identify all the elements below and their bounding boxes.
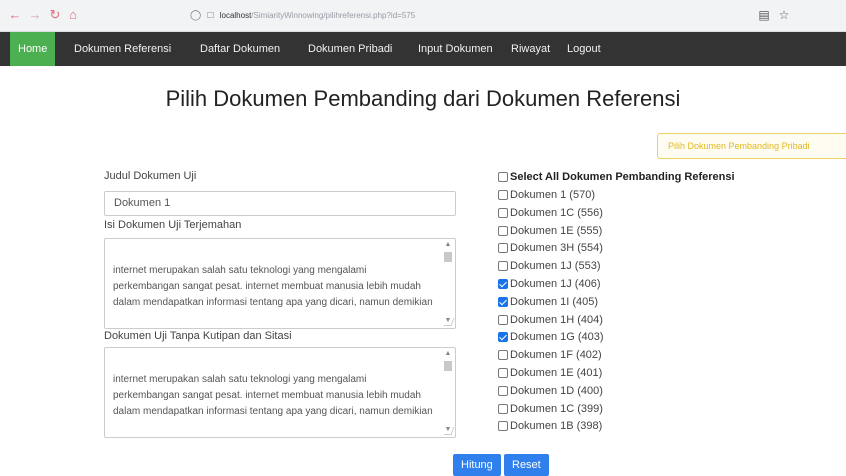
reference-document-checkbox[interactable] [498,261,508,272]
reference-document-row[interactable]: Dokumen 3H (554) [498,240,603,256]
bookmark-star-icon[interactable]: ☆ [776,7,792,23]
reference-document-checkbox[interactable] [498,207,508,218]
reference-document-checkbox[interactable] [498,296,508,307]
reset-button[interactable]: Reset [504,454,549,476]
shield-icon: ◯ [190,10,202,21]
reference-document-label: Dokumen 1E (401) [510,367,603,379]
reload-icon[interactable]: ↻ [48,8,62,22]
reference-document-checkbox[interactable] [498,190,508,200]
isi-scrollbar[interactable]: ▲ ▼ [443,241,453,325]
reference-document-checkbox[interactable] [498,332,508,343]
reference-document-row[interactable]: Dokumen 1J (406) [498,276,601,292]
nav-dokumen-pribadi[interactable]: Dokumen Pribadi [300,32,400,66]
reference-document-checkbox[interactable] [498,403,508,414]
tanpa-kutipan-text: internet merupakan salah satu teknologi … [113,374,433,417]
reference-document-checkbox[interactable] [498,421,508,432]
reader-view-icon[interactable]: ▤ [756,7,772,23]
reference-document-checkbox[interactable] [498,368,508,378]
select-all-label: Select All Dokumen Pembanding Referensi [510,171,735,183]
scroll-up-icon[interactable]: ▲ [443,350,453,358]
page-icon: □ [207,10,214,21]
reference-document-row[interactable]: Dokumen 1B (398) [498,418,602,434]
home-icon[interactable]: ⌂ [66,8,80,22]
hitung-button[interactable]: Hitung [453,454,501,476]
back-arrow-icon[interactable]: ← [8,8,22,22]
nav-dokumen-referensi[interactable]: Dokumen Referensi [66,32,179,66]
scroll-up-icon[interactable]: ▲ [443,241,453,249]
reference-document-label: Dokumen 1B (398) [510,420,603,433]
tanpa-kutipan-textarea[interactable]: internet merupakan salah satu teknologi … [104,347,456,438]
reference-document-label: Dokumen 1C (556) [510,206,603,219]
main-navbar: Home Dokumen Referensi Daftar Dokumen Do… [0,32,846,66]
tanpa-kutipan-scrollbar[interactable]: ▲ ▼ [443,350,453,434]
reference-document-label: Dokumen 1J (553) [510,260,601,273]
forward-arrow-icon[interactable]: → [28,8,42,22]
nav-home[interactable]: Home [10,32,56,66]
reference-document-label: Dokumen 1C (399) [510,402,603,415]
reference-document-label: Dokumen 1G (403) [510,331,604,344]
reference-document-checkbox[interactable] [498,243,508,254]
tanpa-kutipan-label: Dokumen Uji Tanpa Kutipan dan Sitasi [104,330,292,342]
reference-document-label: Dokumen 1H (404) [510,313,603,326]
scroll-thumb[interactable] [444,252,452,262]
reference-document-checkbox[interactable] [498,279,508,289]
reference-document-row[interactable]: Dokumen 1E (401) [498,365,602,381]
isi-text: internet merupakan salah satu teknologi … [113,265,433,308]
reference-document-row[interactable]: Dokumen 1H (404) [498,312,603,328]
judul-input[interactable]: Dokumen 1 [104,191,456,216]
reference-document-checkbox[interactable] [498,314,508,325]
browser-toolbar: ← → ↻ ⌂ ◯ □ localhost/SimiarityWinnowing… [0,0,846,32]
reference-document-row[interactable]: Dokumen 1C (399) [498,401,603,417]
reference-document-label: Dokumen 1F (402) [510,349,602,362]
select-all-row[interactable]: Select All Dokumen Pembanding Referensi [498,169,735,185]
reference-document-checkbox[interactable] [498,225,508,236]
reference-document-row[interactable]: Dokumen 1J (553) [498,258,601,274]
reference-document-row[interactable]: Dokumen 1F (402) [498,347,602,363]
nav-input-dokumen[interactable]: Input Dokumen [410,32,501,66]
url-path: /SimiarityWinnowing/pilihreferensi.php?i… [251,11,416,20]
reference-document-row[interactable]: Dokumen 1E (555) [498,223,602,239]
reference-document-checkbox[interactable] [498,385,508,396]
nav-riwayat[interactable]: Riwayat [503,32,558,66]
isi-textarea[interactable]: internet merupakan salah satu teknologi … [104,238,456,329]
select-all-checkbox[interactable] [498,172,508,182]
reference-document-row[interactable]: Dokumen 1G (403) [498,329,604,345]
url-host: localhost [219,11,252,20]
pilih-dokumen-pribadi-button[interactable]: Pilih Dokumen Pembanding Pribadi [657,133,846,159]
reference-document-label: Dokumen 1D (400) [510,384,603,397]
reference-document-label: Dokumen 1E (555) [510,224,603,237]
reference-document-label: Dokumen 3H (554) [510,242,603,255]
nav-logout[interactable]: Logout [559,32,609,66]
reference-document-label: Dokumen 1 (570) [510,189,595,201]
judul-label: Judul Dokumen Uji [104,170,197,182]
reference-document-row[interactable]: Dokumen 1D (400) [498,383,603,399]
reference-document-row[interactable]: Dokumen 1C (556) [498,205,603,221]
reference-document-label: Dokumen 1I (405) [510,295,599,308]
nav-daftar-dokumen[interactable]: Daftar Dokumen [192,32,288,66]
isi-label: Isi Dokumen Uji Terjemahan [104,219,242,231]
reference-document-row[interactable]: Dokumen 1I (405) [498,294,598,310]
reference-document-row[interactable]: Dokumen 1 (570) [498,187,595,203]
address-bar[interactable]: ◯ □ localhost/SimiarityWinnowing/pilihre… [190,8,490,24]
reference-document-label: Dokumen 1J (406) [510,278,601,290]
reference-document-checkbox[interactable] [498,350,508,361]
page-title: Pilih Dokumen Pembanding dari Dokumen Re… [165,86,681,111]
scroll-thumb[interactable] [444,361,452,371]
